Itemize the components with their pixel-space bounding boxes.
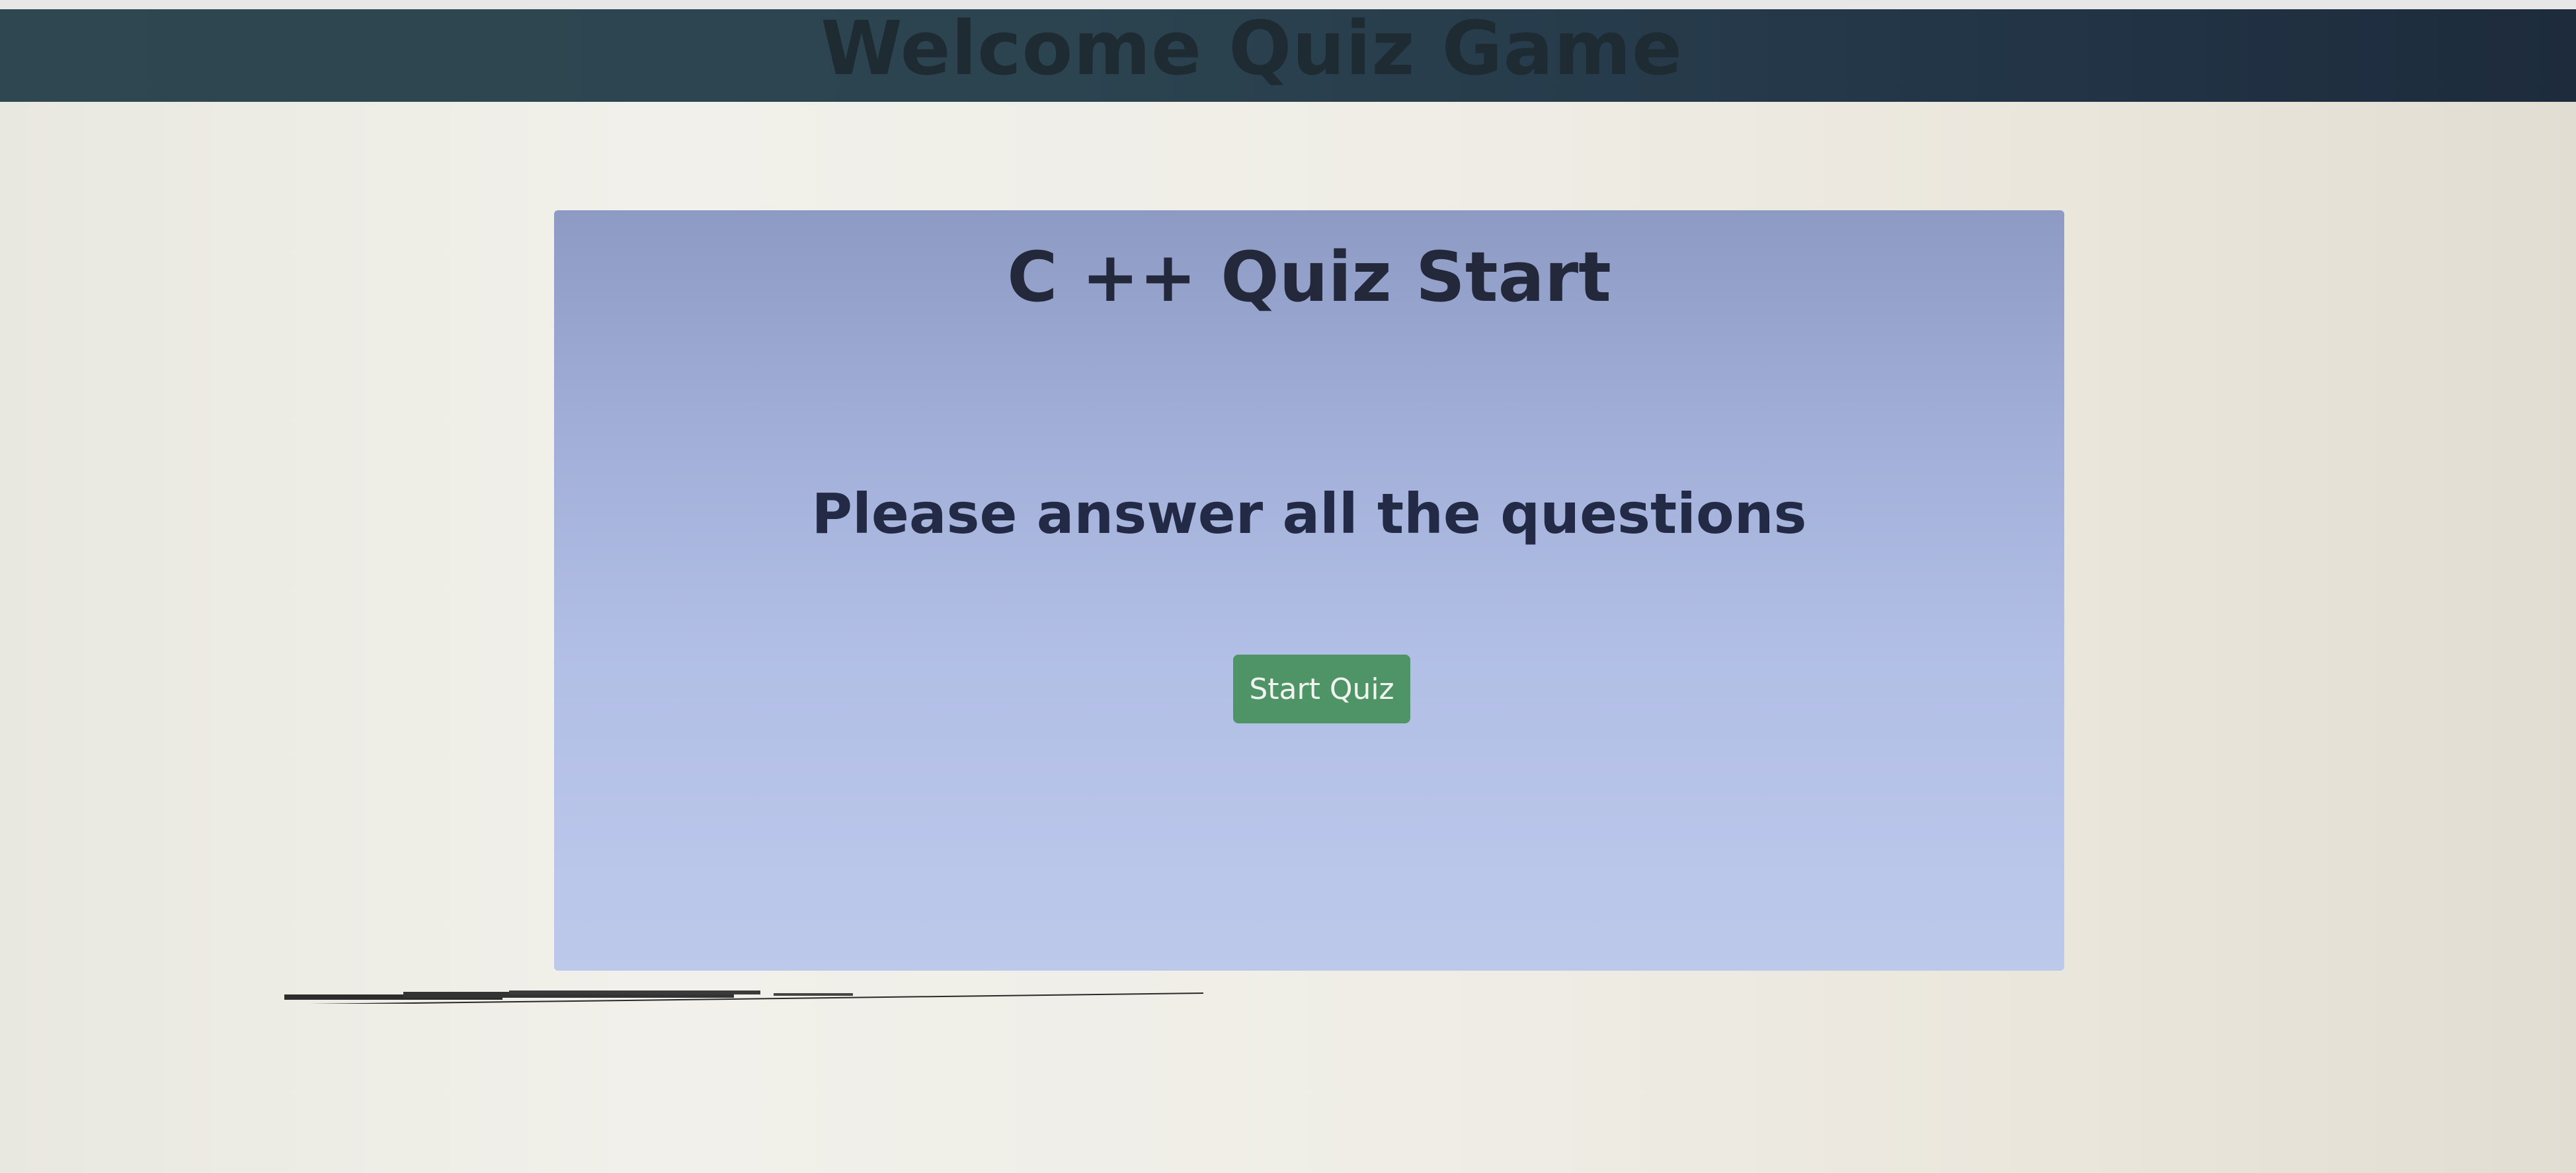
quiz-title: C ++ Quiz Start	[1007, 237, 1611, 317]
quiz-card: C ++ Quiz Start Please answer all the qu…	[554, 210, 2064, 971]
page-title: Welcome Quiz Game	[821, 6, 1683, 92]
navbar: Welcome Quiz Game	[0, 6, 2576, 102]
start-quiz-button[interactable]: Start Quiz	[1233, 655, 1410, 723]
screen-artifact-line	[284, 991, 1203, 1004]
quiz-instructions: Please answer all the questions	[811, 481, 1807, 546]
